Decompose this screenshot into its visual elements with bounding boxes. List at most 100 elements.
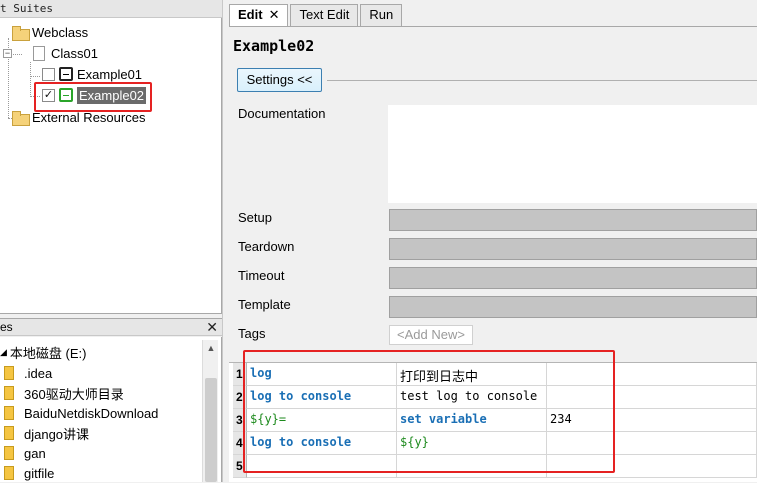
- collapse-icon[interactable]: −: [3, 48, 12, 58]
- close-icon[interactable]: ✕: [269, 7, 280, 22]
- pane-splitter[interactable]: [222, 0, 229, 482]
- folder-item[interactable]: django讲课: [4, 423, 89, 443]
- row-number[interactable]: 3: [233, 409, 247, 432]
- tree-node-external-resources[interactable]: External Resources: [12, 107, 145, 127]
- grid-cell[interactable]: 打印到日志中: [397, 363, 547, 386]
- teardown-label: Teardown: [238, 239, 295, 254]
- cell-text: ${y}: [400, 435, 429, 449]
- test-suites-tree[interactable]: Webclass − Class01 Example01 ✓ Example02…: [0, 18, 222, 314]
- teardown-field[interactable]: [389, 238, 757, 260]
- row-number[interactable]: 2: [233, 386, 247, 409]
- robot-icon: [59, 88, 73, 102]
- documentation-field[interactable]: [388, 105, 757, 203]
- close-icon[interactable]: ✕: [206, 319, 218, 336]
- test-suites-header: t Suites: [0, 0, 222, 18]
- grid-cell[interactable]: log to console: [247, 386, 397, 409]
- tree-node-webclass[interactable]: Webclass: [12, 22, 88, 42]
- cell-text: log to console: [250, 435, 352, 449]
- tree-connector: [30, 76, 40, 77]
- folder-item[interactable]: gitfile: [4, 463, 54, 483]
- grid-cell[interactable]: set variable: [397, 409, 547, 432]
- cell-text: test log to console: [400, 389, 538, 403]
- grid-cell[interactable]: 234: [547, 409, 757, 432]
- tab-run[interactable]: Run: [360, 4, 403, 26]
- folder-label: BaiduNetdiskDownload: [24, 405, 159, 421]
- cell-text: log: [250, 366, 272, 380]
- row-number[interactable]: 5: [233, 455, 247, 478]
- editor-pane: Edit ✕ Text Edit Run Example02 Settings <…: [229, 0, 757, 482]
- settings-toggle-button[interactable]: Settings <<: [237, 68, 322, 92]
- test-editor: Example02 Settings << Documentation Setu…: [229, 27, 757, 482]
- grid-cell[interactable]: log to console: [247, 432, 397, 455]
- folder-icon: [4, 366, 14, 380]
- row-number[interactable]: 4: [233, 432, 247, 455]
- tab-text-edit[interactable]: Text Edit: [290, 4, 359, 26]
- cell-text: set variable: [400, 412, 487, 426]
- folder-icon: [4, 406, 14, 420]
- tab-edit[interactable]: Edit ✕: [229, 4, 289, 27]
- drive-item[interactable]: ◢ 本地磁盘 (E:): [0, 342, 86, 362]
- folder-icon: [4, 386, 14, 400]
- file-icon: [33, 45, 45, 61]
- grid-cell[interactable]: test log to console: [397, 386, 547, 409]
- tab-label: Edit: [238, 7, 263, 22]
- grid-cell[interactable]: [397, 455, 547, 478]
- tree-node-example02[interactable]: ✓ Example02: [42, 85, 147, 105]
- example01-checkbox[interactable]: [42, 67, 55, 81]
- add-tag-button[interactable]: <Add New>: [389, 325, 473, 345]
- example02-checkbox[interactable]: ✓: [42, 88, 55, 102]
- drive-label: 本地磁盘 (E:): [9, 345, 87, 361]
- documentation-label: Documentation: [238, 106, 326, 121]
- grid-cell[interactable]: log: [247, 363, 397, 386]
- tree-connector: [30, 96, 40, 97]
- cell-text: 打印到日志中: [400, 370, 479, 385]
- template-label: Template: [238, 297, 291, 312]
- cell-text: 234: [550, 412, 572, 426]
- timeout-label: Timeout: [238, 268, 285, 283]
- folder-item[interactable]: .idea: [4, 363, 52, 383]
- folder-item[interactable]: 360驱动大师目录: [4, 383, 124, 403]
- tree-connector: [30, 62, 31, 97]
- tree-node-label: External Resources: [32, 109, 146, 125]
- tree-node-label: Example02: [77, 86, 147, 104]
- grid-cell[interactable]: ${y}: [397, 432, 547, 455]
- file-browser-title: es: [0, 320, 13, 334]
- row-number[interactable]: 1: [233, 363, 247, 386]
- grid-cell[interactable]: ${y}=: [247, 409, 397, 432]
- grid-cell[interactable]: [247, 455, 397, 478]
- grid-cell[interactable]: [547, 432, 757, 455]
- tab-label: Text Edit: [299, 7, 350, 22]
- cell-text: ${y}=: [250, 412, 287, 426]
- robot-icon: [59, 67, 73, 81]
- file-browser[interactable]: ◢ 本地磁盘 (E:) .idea 360驱动大师目录 BaiduNetdisk…: [0, 337, 222, 482]
- folder-edit-icon: [12, 25, 30, 41]
- divider: [327, 80, 757, 81]
- grid-cell[interactable]: [547, 455, 757, 478]
- tree-node-example01[interactable]: Example01: [42, 64, 142, 84]
- grid-cell[interactable]: [547, 363, 757, 386]
- keyword-grid[interactable]: 1 log 打印到日志中 2 log to console test log t…: [229, 362, 757, 482]
- tree-node-label: Class01: [51, 45, 98, 61]
- setup-label: Setup: [238, 210, 272, 225]
- grid-cell[interactable]: [547, 386, 757, 409]
- timeout-field[interactable]: [389, 267, 757, 289]
- tree-node-class01[interactable]: − Class01: [3, 43, 98, 63]
- scrollbar-thumb[interactable]: [205, 378, 217, 482]
- collapse-arrow-icon[interactable]: ◢: [0, 347, 7, 358]
- folder-edit-icon: [12, 110, 30, 126]
- tree-node-label: Example01: [77, 66, 143, 82]
- folder-item[interactable]: gan: [4, 443, 46, 463]
- tags-label: Tags: [238, 326, 266, 341]
- folder-icon: [4, 446, 14, 460]
- tab-label: Run: [369, 7, 394, 22]
- file-browser-scrollbar[interactable]: ▲: [202, 340, 218, 482]
- folder-label: django讲课: [24, 426, 90, 442]
- tree-node-label: Webclass: [32, 24, 89, 40]
- folder-icon: [4, 426, 14, 440]
- setup-field[interactable]: [389, 209, 757, 231]
- test-case-title: Example02: [233, 37, 315, 55]
- template-field[interactable]: [389, 296, 757, 318]
- scroll-up-arrow-icon[interactable]: ▲: [203, 340, 219, 356]
- editor-tabs: Edit ✕ Text Edit Run: [229, 4, 404, 27]
- folder-item[interactable]: BaiduNetdiskDownload: [4, 403, 158, 423]
